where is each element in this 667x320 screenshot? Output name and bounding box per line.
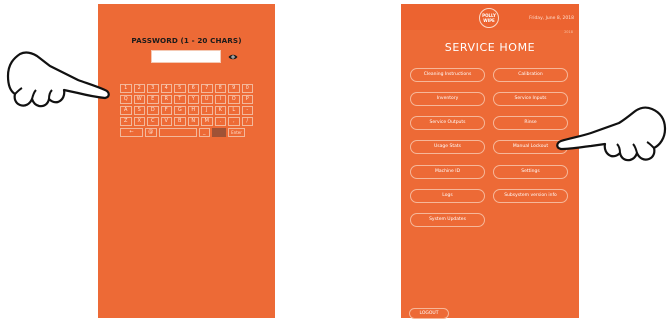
password-title: PASSWORD (1 - 20 CHARS) <box>131 36 242 45</box>
system-updates-button[interactable]: System Updates <box>410 213 485 227</box>
service-inputs-button[interactable]: Service Inputs <box>493 92 568 106</box>
underscore-key[interactable]: _ <box>198 128 210 137</box>
machine-id-button[interactable]: Machine ID <box>410 165 485 179</box>
key[interactable]: O <box>228 95 240 104</box>
keyboard-row-3: A S D F G H J K L - <box>120 106 253 115</box>
space-key[interactable] <box>158 128 197 137</box>
subsystem-version-info-button[interactable]: Subsystem version info <box>493 189 568 203</box>
key[interactable]: 9 <box>228 84 240 93</box>
on-screen-keyboard: 1 2 3 4 5 6 7 8 9 0 Q W E R T Y U I O P … <box>120 84 253 139</box>
version-tag: 2018 <box>564 30 573 34</box>
key[interactable]: , <box>228 117 240 126</box>
key[interactable]: W <box>133 95 145 104</box>
key[interactable]: 8 <box>214 84 226 93</box>
keyboard-row-4: Z X C V B N M . , / <box>120 117 253 126</box>
keyboard-row-1: 1 2 3 4 5 6 7 8 9 0 <box>120 84 253 93</box>
key[interactable]: P <box>241 95 253 104</box>
key[interactable]: Y <box>187 95 199 104</box>
key[interactable]: Z <box>120 117 132 126</box>
key[interactable]: B <box>174 117 186 126</box>
logs-button[interactable]: Logs <box>410 189 485 203</box>
at-key[interactable]: @ <box>145 128 157 137</box>
key[interactable]: J <box>201 106 213 115</box>
eye-icon[interactable] <box>228 53 238 61</box>
logout-button[interactable]: LOGOUT <box>409 308 449 319</box>
service-outputs-button[interactable]: Service Outputs <box>410 116 485 130</box>
key[interactable]: S <box>133 106 145 115</box>
key[interactable]: 3 <box>147 84 159 93</box>
shift-key[interactable] <box>212 128 226 137</box>
enter-key[interactable]: Enter <box>228 128 245 137</box>
key[interactable]: K <box>214 106 226 115</box>
pointing-hand-icon <box>556 106 667 162</box>
key[interactable]: 0 <box>241 84 253 93</box>
key[interactable]: U <box>201 95 213 104</box>
key[interactable]: M <box>201 117 213 126</box>
key[interactable]: X <box>133 117 145 126</box>
password-screen: PASSWORD (1 - 20 CHARS) 1 2 3 4 5 6 7 8 … <box>98 4 275 318</box>
page-title: SERVICE HOME <box>444 41 536 54</box>
key[interactable]: / <box>241 117 253 126</box>
key[interactable]: G <box>174 106 186 115</box>
key[interactable]: 1 <box>120 84 132 93</box>
key[interactable]: T <box>174 95 186 104</box>
date-label: Friday, June 8, 2018 <box>529 16 574 21</box>
calibration-button[interactable]: Calibration <box>493 68 568 82</box>
brand-logo: POLLY WIPE <box>479 8 499 28</box>
key[interactable]: 7 <box>201 84 213 93</box>
key[interactable]: I <box>214 95 226 104</box>
inventory-button[interactable]: Inventory <box>410 92 485 106</box>
key[interactable]: R <box>160 95 172 104</box>
settings-button[interactable]: Settings <box>493 165 568 179</box>
password-input[interactable] <box>151 50 221 63</box>
key[interactable]: E <box>147 95 159 104</box>
key[interactable]: 5 <box>174 84 186 93</box>
keyboard-row-5: ← @ _ Enter <box>120 128 253 137</box>
key[interactable]: 2 <box>133 84 145 93</box>
backspace-key[interactable]: ← <box>120 128 143 137</box>
key[interactable]: . <box>214 117 226 126</box>
key[interactable]: V <box>160 117 172 126</box>
pointing-hand-icon <box>6 51 110 108</box>
key[interactable]: L <box>228 106 240 115</box>
key[interactable]: H <box>187 106 199 115</box>
key[interactable]: C <box>147 117 159 126</box>
usage-stats-button[interactable]: Usage Stats <box>410 140 485 154</box>
key[interactable]: 6 <box>187 84 199 93</box>
key[interactable]: Q <box>120 95 132 104</box>
key[interactable]: 4 <box>160 84 172 93</box>
key[interactable]: N <box>187 117 199 126</box>
keyboard-row-2: Q W E R T Y U I O P <box>120 95 253 104</box>
cleaning-instructions-button[interactable]: Cleaning Instructions <box>410 68 485 82</box>
key[interactable]: A <box>120 106 132 115</box>
key[interactable]: F <box>160 106 172 115</box>
key[interactable]: - <box>241 106 253 115</box>
service-home-screen: POLLY WIPE Friday, June 8, 2018 2018 SER… <box>401 4 579 319</box>
key[interactable]: D <box>147 106 159 115</box>
